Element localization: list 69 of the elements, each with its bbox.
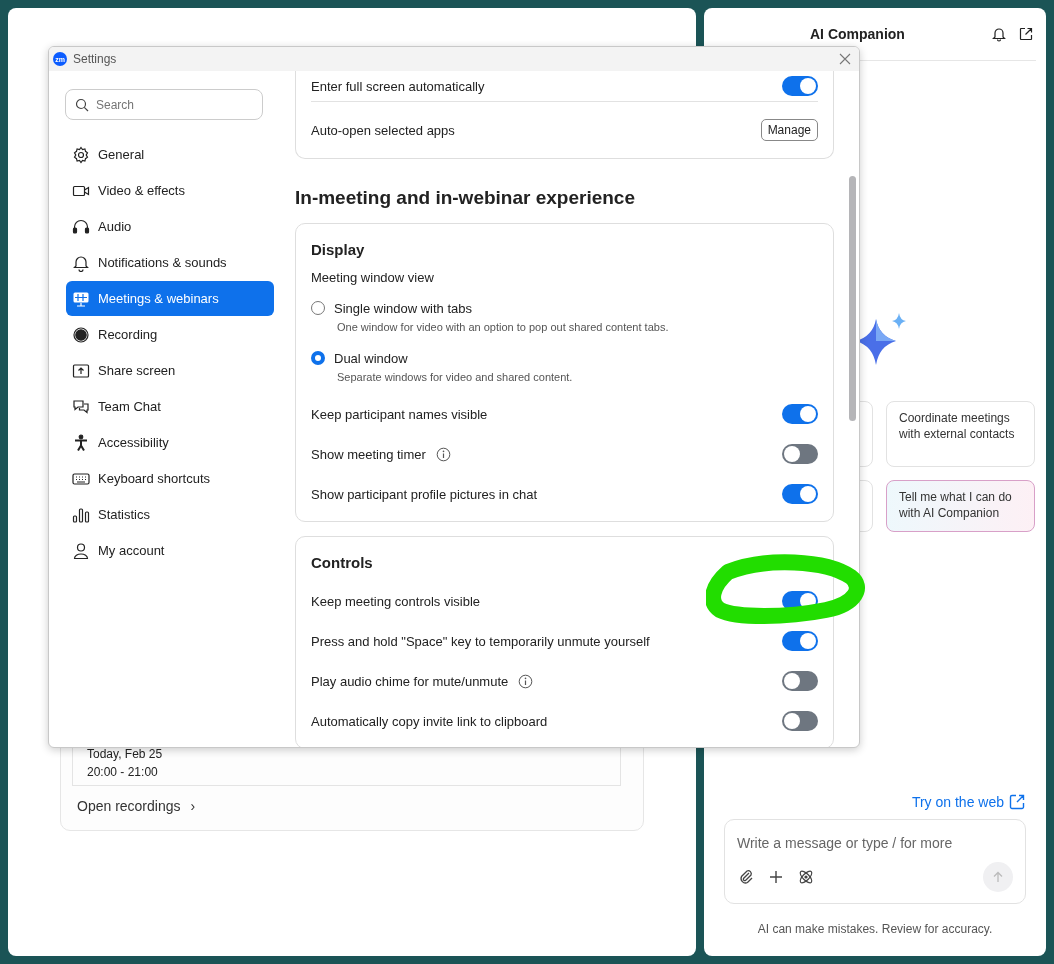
search-field[interactable]: Search bbox=[65, 89, 263, 120]
setting-label: Keep meeting controls visible bbox=[311, 593, 481, 609]
info-icon[interactable] bbox=[435, 446, 451, 462]
suggestion-card[interactable]: Coordinate meetings with external contacts bbox=[886, 401, 1035, 467]
setting-label: Auto-open selected apps bbox=[311, 122, 455, 138]
setting-label: Show participant profile pictures in chat bbox=[311, 486, 538, 502]
radio-button[interactable] bbox=[311, 351, 325, 365]
setting-label: Meeting window view bbox=[311, 269, 435, 287]
toggle-switch[interactable] bbox=[782, 631, 818, 651]
headphones-icon bbox=[72, 217, 90, 236]
radio-label: Single window with tabs bbox=[334, 300, 473, 316]
search-icon bbox=[75, 98, 89, 112]
bell-icon[interactable] bbox=[990, 26, 1007, 42]
panel-title: AI Companion bbox=[810, 26, 905, 42]
nav-item[interactable]: My account bbox=[66, 533, 274, 568]
disclaimer-text: AI can make mistakes. Review for accuracy. bbox=[756, 922, 994, 936]
setting-label: Play audio chime for mute/unmute bbox=[311, 673, 509, 689]
toggle-switch[interactable] bbox=[782, 671, 818, 691]
nav-item[interactable]: Notifications & sounds bbox=[66, 245, 274, 280]
nav-item[interactable]: Team Chat bbox=[66, 389, 274, 424]
person-icon bbox=[72, 433, 90, 452]
nav-item[interactable]: General bbox=[66, 137, 274, 172]
nav-item[interactable]: Accessibility bbox=[66, 425, 274, 460]
bell-icon bbox=[72, 253, 90, 272]
info-icon[interactable] bbox=[518, 673, 534, 689]
share-icon bbox=[72, 361, 90, 380]
window-title: Settings bbox=[73, 52, 117, 66]
section-heading: In-meeting and in-webinar experience bbox=[295, 186, 636, 210]
toggle-switch[interactable] bbox=[782, 404, 818, 424]
arrow-up-icon bbox=[992, 871, 1004, 883]
manage-button[interactable]: Manage bbox=[760, 119, 818, 141]
meeting-date: Today, Feb 25 bbox=[87, 747, 164, 761]
meeting-time: 20:00 - 21:00 bbox=[87, 765, 159, 779]
orbit-icon[interactable] bbox=[797, 868, 815, 886]
open-recordings-link[interactable]: Open recordings › bbox=[61, 786, 643, 830]
chat-icon bbox=[72, 397, 90, 416]
setting-label: Enter full screen automatically bbox=[311, 78, 485, 94]
toggle-switch[interactable] bbox=[782, 76, 818, 96]
nav-item[interactable]: Share screen bbox=[66, 353, 274, 388]
toggle-switch[interactable] bbox=[782, 484, 818, 504]
radio-label: Dual window bbox=[334, 350, 408, 366]
setting-label: Show meeting timer bbox=[311, 446, 426, 462]
close-icon[interactable] bbox=[839, 53, 851, 65]
toggle-switch[interactable] bbox=[782, 711, 818, 731]
option-description: Separate windows for video and shared content. bbox=[337, 371, 574, 383]
card-title: Display bbox=[311, 240, 366, 260]
nav-item[interactable]: Audio bbox=[66, 209, 274, 244]
external-link-icon[interactable] bbox=[1017, 26, 1034, 42]
setting-label: Automatically copy invite link to clipboard bbox=[311, 713, 548, 729]
suggestion-card[interactable]: Tell me what I can do with AI Companion bbox=[886, 480, 1035, 532]
nav-item[interactable]: Video & effects bbox=[66, 173, 274, 208]
external-link-icon bbox=[1008, 793, 1026, 811]
paperclip-icon[interactable] bbox=[737, 868, 755, 886]
setting-label: Keep participant names visible bbox=[311, 406, 488, 422]
person-outline-icon bbox=[72, 541, 90, 560]
nav-item[interactable]: Statistics bbox=[66, 497, 274, 532]
record-icon bbox=[72, 325, 90, 344]
nav-item[interactable]: Keyboard shortcuts bbox=[66, 461, 274, 496]
bar-chart-icon bbox=[72, 505, 90, 524]
setting-label: Press and hold "Space" key to temporarily unmute yourself bbox=[311, 633, 650, 649]
nav-item[interactable]: Recording bbox=[66, 317, 274, 352]
try-web-link[interactable]: Try on the web bbox=[911, 793, 1026, 811]
scrollbar-thumb[interactable] bbox=[849, 176, 856, 421]
nav-item[interactable]: Meetings & webinars bbox=[66, 281, 274, 316]
option-description: One window for video with an option to pop out shared content tabs. bbox=[337, 321, 670, 333]
plus-icon[interactable] bbox=[768, 869, 784, 885]
toggle-switch[interactable] bbox=[782, 444, 818, 464]
gear-icon bbox=[72, 145, 90, 164]
card-title: Controls bbox=[311, 553, 374, 573]
